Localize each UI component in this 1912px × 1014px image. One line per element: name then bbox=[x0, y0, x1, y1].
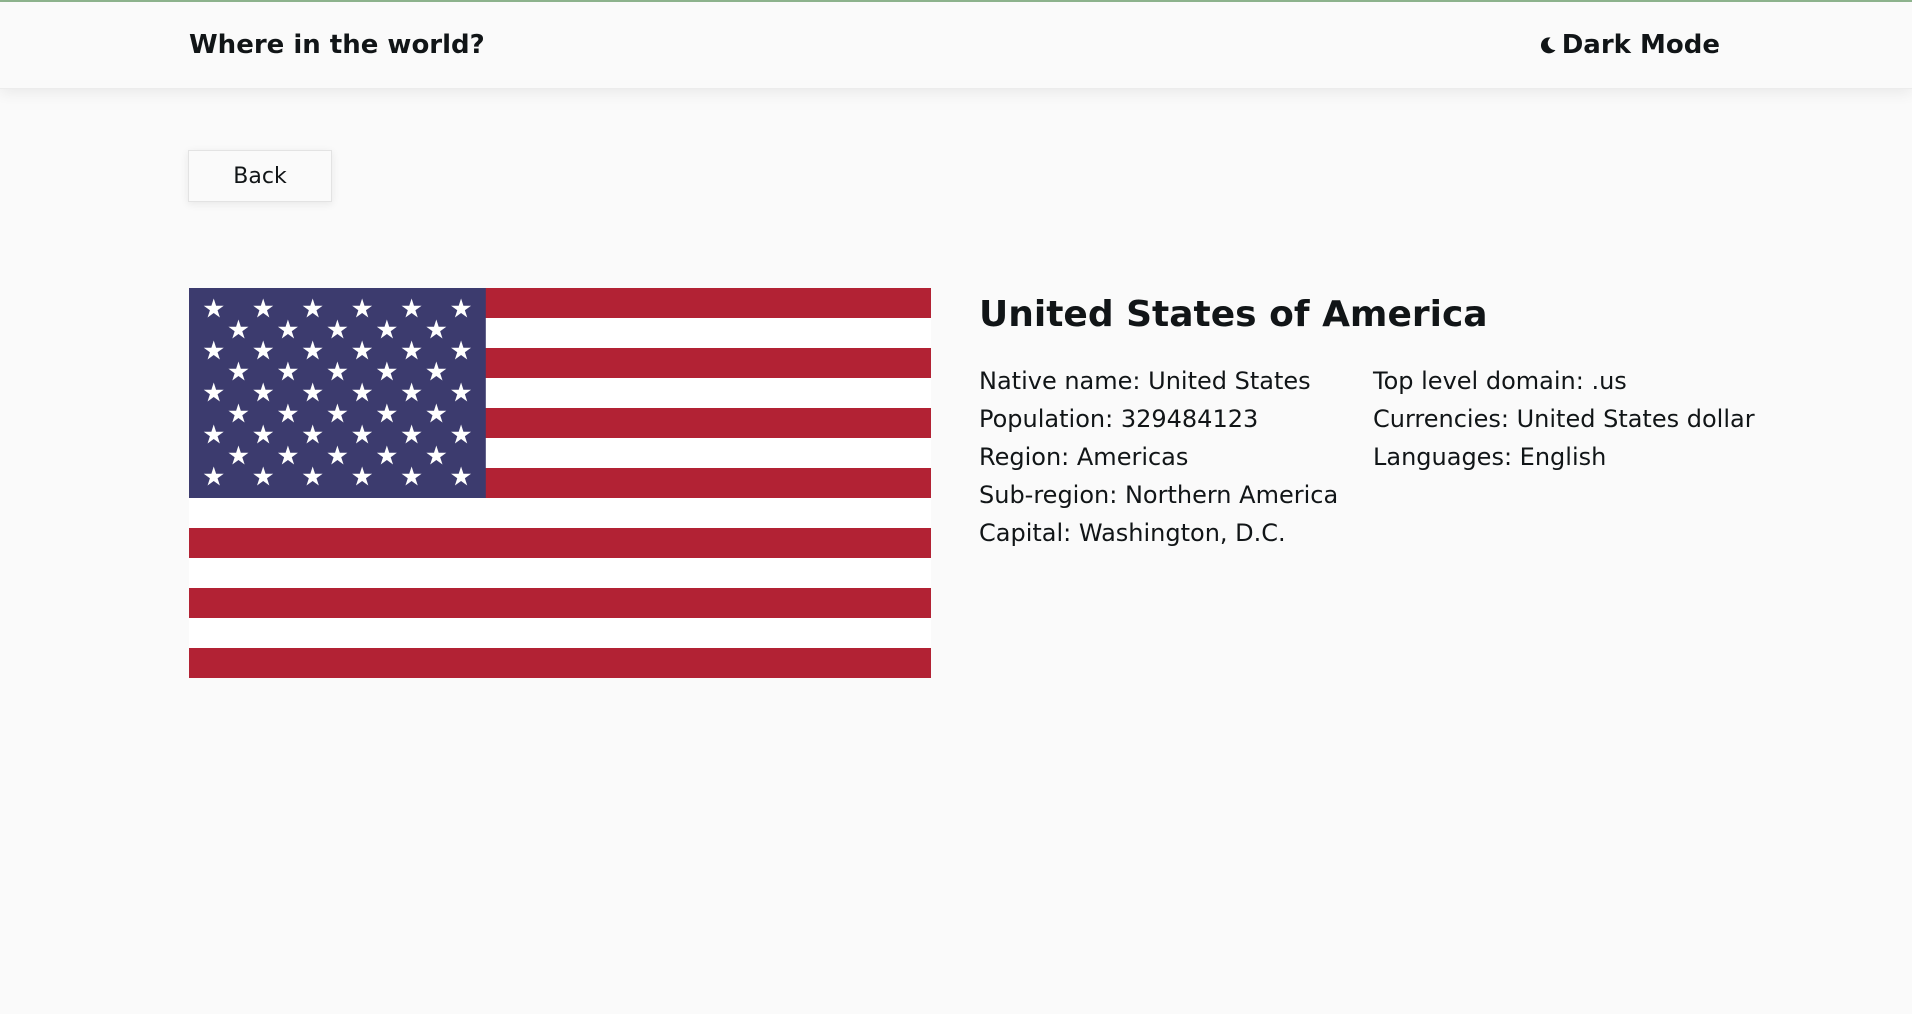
flag-stripe bbox=[189, 648, 931, 678]
population-label: Population: bbox=[979, 405, 1114, 433]
moon-icon bbox=[1540, 37, 1556, 54]
currencies-value: United States dollar bbox=[1516, 405, 1755, 433]
flag-stripe bbox=[189, 498, 931, 529]
details-column-left: Native name: United States Population: 3… bbox=[979, 362, 1373, 552]
flag-stripe bbox=[189, 618, 931, 649]
languages-line: Languages: English bbox=[1373, 438, 1733, 476]
flag-stripe bbox=[189, 558, 931, 589]
app-title: Where in the world? bbox=[189, 30, 485, 60]
capital-value: Washington, D.C. bbox=[1078, 519, 1286, 547]
native-name-label: Native name: bbox=[979, 367, 1141, 395]
dark-mode-label: Dark Mode bbox=[1561, 30, 1720, 60]
country-details: United States of America Native name: Un… bbox=[979, 288, 1755, 552]
languages-value: English bbox=[1519, 443, 1607, 471]
languages-label: Languages: bbox=[1373, 443, 1513, 471]
country-flag bbox=[189, 288, 931, 678]
currencies-label: Currencies: bbox=[1373, 405, 1509, 433]
details-columns: Native name: United States Population: 3… bbox=[979, 362, 1755, 552]
flag-stripe bbox=[189, 528, 931, 559]
region-value: Americas bbox=[1076, 443, 1189, 471]
top-level-domain-value: .us bbox=[1591, 367, 1627, 395]
top-level-domain-line: Top level domain: .us bbox=[1373, 362, 1733, 400]
population-value: 329484123 bbox=[1120, 405, 1259, 433]
top-level-domain-label: Top level domain: bbox=[1373, 367, 1584, 395]
dark-mode-toggle[interactable]: Dark Mode bbox=[1538, 29, 1720, 61]
flag-stripe bbox=[189, 588, 931, 619]
sub-region-value: Northern America bbox=[1124, 481, 1339, 509]
native-name-line: Native name: United States bbox=[979, 362, 1373, 400]
capital-label: Capital: bbox=[979, 519, 1072, 547]
sub-region-line: Sub-region: Northern America bbox=[979, 476, 1373, 514]
region-line: Region: Americas bbox=[979, 438, 1373, 476]
details-column-right: Top level domain: .us Currencies: United… bbox=[1373, 362, 1755, 552]
country-name: United States of America bbox=[979, 294, 1488, 335]
native-name-value: United States bbox=[1148, 367, 1311, 395]
capital-line: Capital: Washington, D.C. bbox=[979, 514, 1373, 552]
region-label: Region: bbox=[979, 443, 1070, 471]
app-header: Where in the world? Dark Mode bbox=[0, 2, 1912, 89]
currencies-line: Currencies: United States dollar bbox=[1373, 400, 1755, 438]
population-line: Population: 329484123 bbox=[979, 400, 1373, 438]
back-button[interactable]: Back bbox=[188, 150, 332, 202]
sub-region-label: Sub-region: bbox=[979, 481, 1118, 509]
